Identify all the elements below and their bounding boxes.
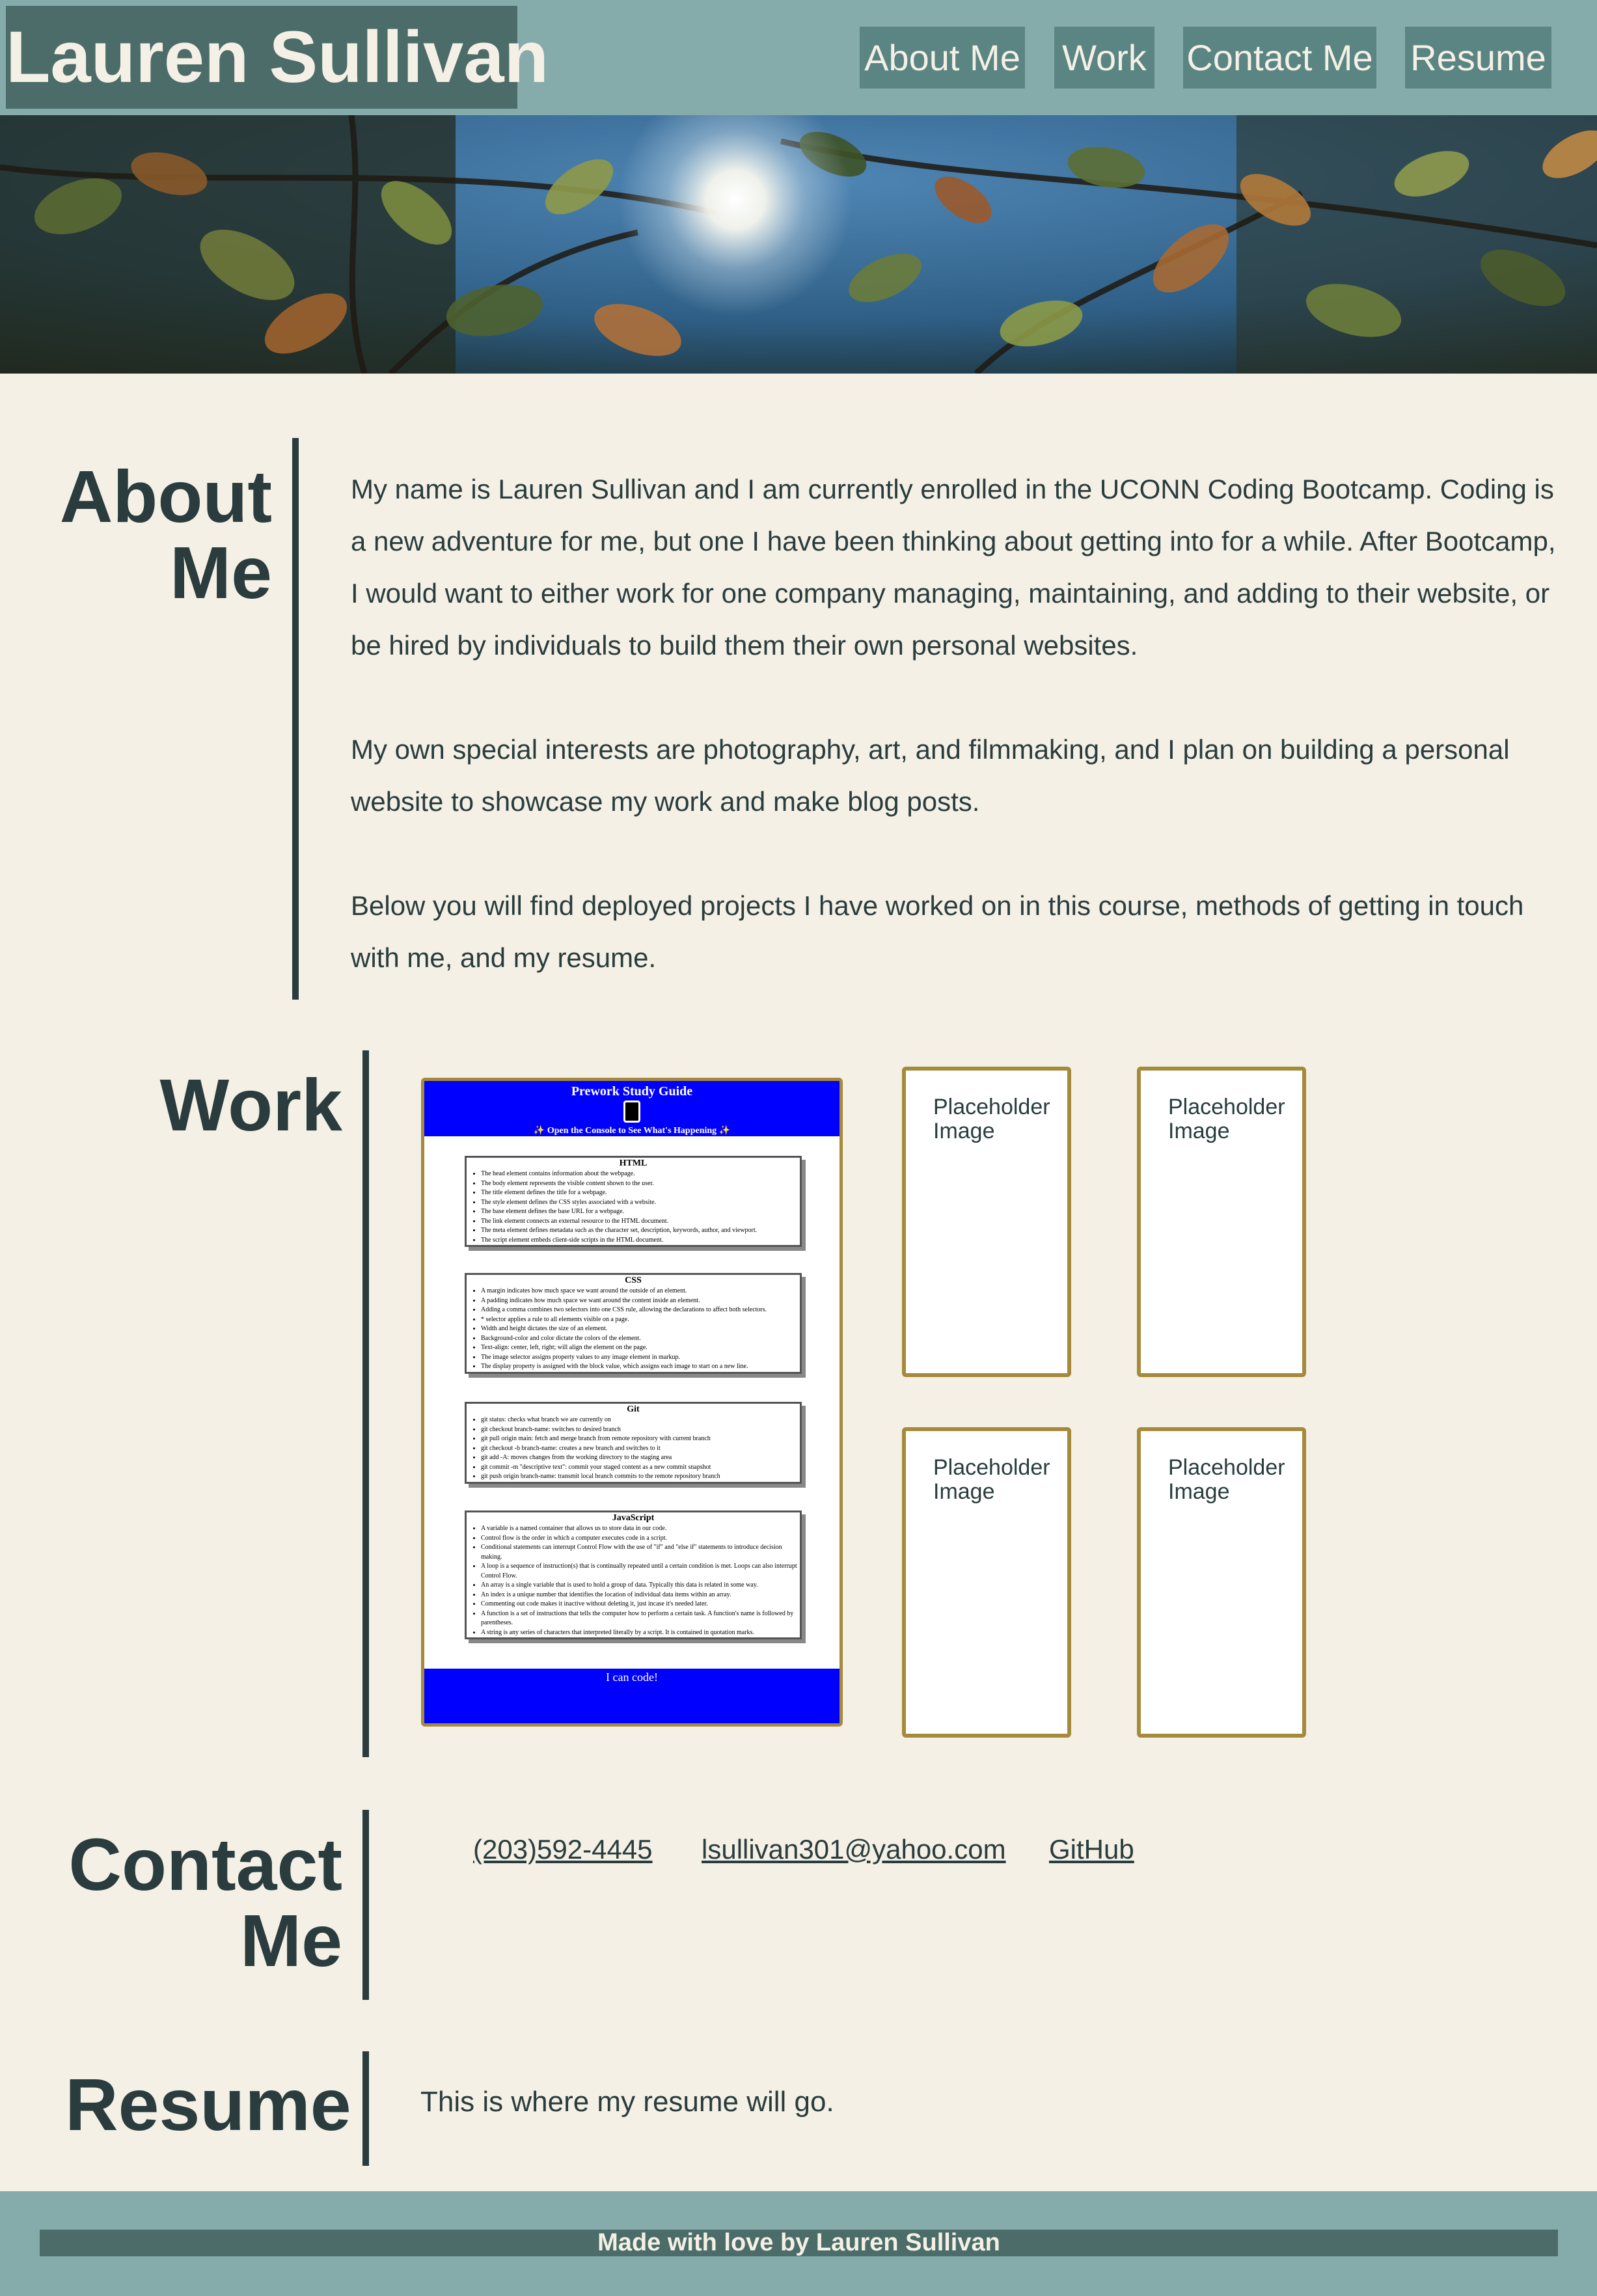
project-header: Prework Study Guide ✨ Open the Console t…	[424, 1081, 839, 1136]
github-link[interactable]: GitHub	[1049, 1833, 1134, 1866]
list-item: Background-color and color dictate the c…	[481, 1334, 800, 1344]
profile-icon	[623, 1100, 640, 1123]
list-item: The base element defines the base URL fo…	[481, 1207, 800, 1217]
about-heading-line2: Me	[170, 532, 272, 614]
list-item: git add -A: moves changes from the worki…	[481, 1453, 800, 1463]
resume-divider	[362, 2051, 369, 2166]
hero-image	[0, 115, 1597, 374]
list-item: The meta element defines metadata such a…	[481, 1226, 800, 1236]
list-item: Adding a comma combines two selectors in…	[481, 1305, 800, 1315]
project-footer: I can code!	[424, 1669, 839, 1723]
resume-text: This is where my resume will go.	[420, 2086, 834, 2118]
email-link[interactable]: lsullivan301@yahoo.com	[702, 1833, 1006, 1866]
placeholder-label: Placeholder Image	[933, 1455, 1050, 1504]
resume-heading: Resume	[65, 2064, 351, 2146]
study-card-list: The head element contains information ab…	[467, 1169, 800, 1245]
study-card-title: JavaScript	[612, 1513, 655, 1523]
placeholder-label: Placeholder Image	[1168, 1095, 1285, 1143]
work-heading: Work	[159, 1064, 342, 1146]
study-card-git: Git git status: checks what branch we ar…	[465, 1402, 802, 1484]
study-card-title: HTML	[619, 1158, 648, 1168]
project-subtitle: ✨ Open the Console to See What's Happeni…	[533, 1126, 731, 1136]
about-paragraph: My own special interests are photography…	[351, 734, 1510, 817]
list-item: A padding indicates how much space we wa…	[481, 1296, 800, 1306]
list-item: An index is a unique number that identif…	[481, 1591, 800, 1600]
list-item: Text-align: center, left, right; will al…	[481, 1343, 800, 1353]
placeholder-card-3[interactable]: Placeholder Image	[902, 1427, 1071, 1738]
placeholder-card-1[interactable]: Placeholder Image	[902, 1067, 1071, 1377]
footer-text: Made with love by Lauren Sullivan	[40, 2230, 1558, 2256]
about-paragraph: Below you will find deployed projects I …	[351, 890, 1524, 973]
placeholder-card-4[interactable]: Placeholder Image	[1137, 1427, 1306, 1738]
contact-heading-line1: Contact	[68, 1824, 342, 1906]
contact-heading-line2: Me	[240, 1900, 342, 1982]
list-item: git checkout branch-name: switches to de…	[481, 1425, 800, 1435]
study-card-title: CSS	[625, 1276, 642, 1285]
list-item: git status: checks what branch we are cu…	[481, 1415, 800, 1425]
list-item: Conditional statements can interrupt Con…	[481, 1543, 800, 1562]
study-card-list: A margin indicates how much space we wan…	[467, 1287, 800, 1372]
study-card-html: HTML The head element contains informati…	[465, 1156, 802, 1247]
phone-link[interactable]: (203)592-4445	[473, 1833, 653, 1866]
list-item: git pull origin main: fetch and merge br…	[481, 1434, 800, 1444]
list-item: The head element contains information ab…	[481, 1169, 800, 1179]
list-item: * selector applies a rule to all element…	[481, 1315, 800, 1325]
list-item: git commit -m "descriptive text": commit…	[481, 1463, 800, 1473]
list-item: The image selector assigns property valu…	[481, 1353, 800, 1363]
about-paragraph: My name is Lauren Sullivan and I am curr…	[351, 474, 1556, 661]
list-item: Width and height dictates the size of an…	[481, 1324, 800, 1334]
list-item: git push origin branch-name: transmit lo…	[481, 1472, 800, 1482]
nav-about-me[interactable]: About Me	[860, 27, 1025, 89]
list-item: Commenting out code makes it inactive wi…	[481, 1600, 800, 1609]
study-card-list: git status: checks what branch we are cu…	[467, 1415, 800, 1482]
study-card-title: Git	[627, 1404, 640, 1414]
list-item: The display property is assigned with th…	[481, 1362, 800, 1372]
list-item: A margin indicates how much space we wan…	[481, 1287, 800, 1296]
list-item: The script element embeds client-side sc…	[481, 1236, 800, 1246]
study-card-list: A variable is a named container that all…	[467, 1524, 800, 1637]
project-prework-study-guide[interactable]: Prework Study Guide ✨ Open the Console t…	[421, 1078, 843, 1727]
placeholder-label: Placeholder Image	[933, 1095, 1050, 1143]
placeholder-label: Placeholder Image	[1168, 1455, 1285, 1504]
nav-contact-me[interactable]: Contact Me	[1183, 27, 1376, 89]
about-heading-line1: About	[59, 456, 272, 538]
list-item: A loop is a sequence of instruction(s) t…	[481, 1562, 800, 1581]
study-card-javascript: JavaScript A variable is a named contain…	[465, 1510, 802, 1639]
about-text: My name is Lauren Sullivan and I am curr…	[351, 463, 1558, 984]
nav-resume[interactable]: Resume	[1405, 27, 1551, 89]
nav-work[interactable]: Work	[1054, 27, 1154, 89]
list-item: The body element represents the visible …	[481, 1179, 800, 1189]
list-item: Control flow is the order in which a com…	[481, 1534, 800, 1544]
site-header: Lauren Sullivan About Me Work Contact Me…	[0, 0, 1597, 115]
hero-leaves-sun-illustration	[0, 115, 1597, 374]
contact-heading: Contact Me	[52, 1827, 342, 1979]
list-item: git checkout -b branch-name: creates a n…	[481, 1444, 800, 1454]
work-divider	[362, 1050, 369, 1757]
list-item: The link element connects an external re…	[481, 1217, 800, 1227]
study-card-css: CSS A margin indicates how much space we…	[465, 1273, 802, 1374]
list-item: A string is any series of characters tha…	[481, 1628, 800, 1638]
list-item: The title element defines the title for …	[481, 1188, 800, 1198]
list-item: An array is a single variable that is us…	[481, 1581, 800, 1591]
list-item: The style element defines the CSS styles…	[481, 1198, 800, 1208]
contact-divider	[362, 1810, 369, 2000]
placeholder-card-2[interactable]: Placeholder Image	[1137, 1067, 1306, 1377]
list-item: A function is a set of instructions that…	[481, 1609, 800, 1628]
site-title: Lauren Sullivan	[6, 6, 549, 109]
project-title: Prework Study Guide	[571, 1084, 693, 1099]
list-item: A variable is a named container that all…	[481, 1524, 800, 1534]
site-footer: Made with love by Lauren Sullivan	[0, 2191, 1597, 2296]
about-divider	[292, 438, 299, 1000]
about-heading: About Me	[39, 459, 272, 611]
